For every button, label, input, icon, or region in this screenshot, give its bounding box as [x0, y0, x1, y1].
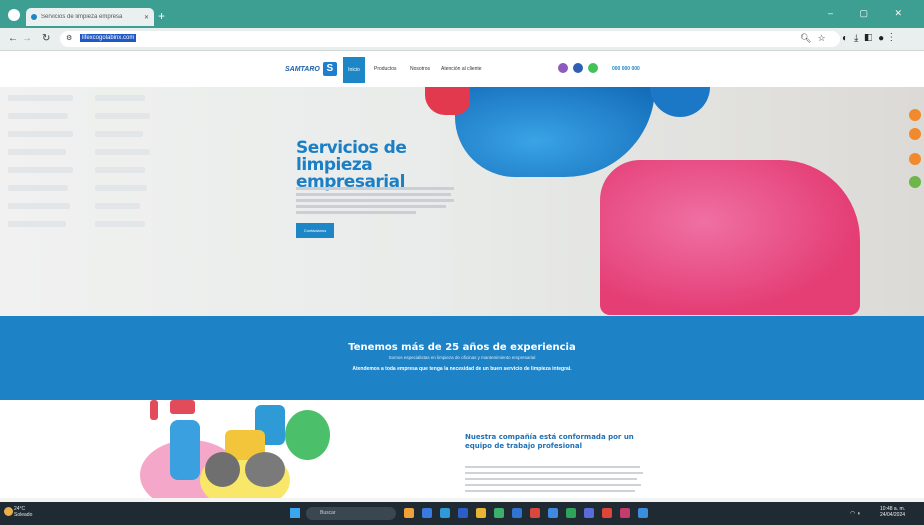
spray-bottle-image [600, 160, 860, 315]
taskbar-app-icon[interactable] [584, 508, 594, 518]
taskbar-app-icon[interactable] [530, 508, 540, 518]
profile-icon[interactable]: ● [878, 33, 890, 44]
about-text-line [465, 472, 643, 474]
wifi-icon[interactable]: ◠ [850, 511, 855, 517]
band-title: Tenemos más de 25 años de experiencia [348, 342, 576, 353]
side-share-icon[interactable] [909, 153, 921, 165]
about-section [0, 400, 924, 498]
reload-icon[interactable]: ↻ [42, 33, 50, 45]
nav-item-support[interactable]: Atención al cliente [441, 66, 482, 72]
download-icon[interactable]: ⤓ [854, 33, 864, 44]
site-info-icon[interactable]: ⚙ [66, 33, 72, 45]
contact-button[interactable]: Contáctanos [296, 223, 334, 238]
extensions-area[interactable]: ◐⤓◧●⋮ [842, 33, 899, 44]
chrome-icon[interactable] [476, 508, 486, 518]
windows-start-icon[interactable] [290, 508, 300, 518]
system-tray[interactable]: ◠ ◖ [850, 510, 861, 517]
volume-icon[interactable]: ◖ [857, 511, 861, 517]
taskbar-app-icon[interactable] [422, 508, 432, 518]
nav-item-about[interactable]: Nosotros [410, 66, 430, 72]
nav-item-home[interactable]: Inicio [343, 57, 365, 83]
spray-nozzle-image [425, 87, 470, 115]
about-text-line [465, 478, 637, 480]
weather-desc: Soleado [14, 512, 33, 518]
about-text-line [465, 484, 641, 486]
facebook-icon[interactable] [573, 63, 583, 73]
taskbar-app-icon[interactable] [458, 508, 468, 518]
logo-mark-icon: S [322, 62, 337, 76]
back-icon[interactable]: ← [8, 33, 18, 45]
band-highlight: Atendemos a toda empresa que tenga la ne… [352, 366, 572, 372]
excel-icon[interactable] [566, 508, 576, 518]
bookmark-star-icon[interactable]: ☆ [817, 33, 831, 43]
side-share-icon[interactable] [909, 109, 921, 121]
instagram-icon[interactable] [558, 63, 568, 73]
hero-text-line [296, 199, 454, 202]
site-logo[interactable]: SAMTARO S [285, 60, 337, 78]
about-title: Nuestra compañía está conformada por un … [465, 433, 634, 450]
logo-text: SAMTARO [285, 65, 320, 73]
clock-date: 24/04/2024 [880, 512, 906, 518]
new-tab-button[interactable]: + [158, 10, 165, 22]
zoom-icon[interactable]: 🔍︎ [800, 33, 817, 43]
weather-icon[interactable] [4, 507, 13, 516]
extension-icon[interactable]: ◐ [842, 33, 854, 44]
weather-widget[interactable]: 24°C Soleado [14, 506, 32, 518]
taskbar-clock[interactable]: 10:48 a. m. 24/04/2024 [880, 506, 905, 518]
url-text[interactable]: lifexcogolabinx.com [80, 34, 137, 42]
about-text-line [465, 490, 635, 492]
taskbar-app-icon[interactable] [494, 508, 504, 518]
file-explorer-icon[interactable] [404, 508, 414, 518]
nav-item-products[interactable]: Productos [374, 66, 397, 72]
window-controls[interactable]: – ▢ ✕ [828, 8, 914, 19]
taskbar-app-icon[interactable] [548, 508, 558, 518]
word-icon[interactable] [512, 508, 522, 518]
zoom-bookmark-icons[interactable]: 🔍︎☆ [800, 33, 832, 44]
taskbar-search[interactable]: Buscar [306, 507, 396, 520]
forward-icon[interactable]: → [22, 33, 32, 45]
menu-kebab-icon[interactable]: ⋮ [890, 33, 899, 44]
address-bar[interactable] [60, 31, 840, 47]
tab-title: Servicios de limpieza empresa [41, 14, 123, 20]
whatsapp-icon[interactable] [588, 63, 598, 73]
hero-text-line [296, 193, 451, 196]
hero-title: Servicios de limpieza empresarial [296, 138, 407, 192]
phone-number[interactable]: 000 000 000 [612, 66, 640, 72]
sidebar-icon[interactable]: ◧ [864, 33, 878, 44]
band-subtitle: Somos especialistas en limpieza de ofici… [388, 355, 536, 360]
browser-tab[interactable]: Servicios de limpieza empresa ✕ [26, 8, 154, 26]
taskbar-app-icon[interactable] [638, 508, 648, 518]
about-text-line [465, 466, 640, 468]
tab-close-icon[interactable]: ✕ [144, 14, 149, 21]
edge-icon[interactable] [440, 508, 450, 518]
hero-text-line [296, 205, 446, 208]
taskbar-app-icon[interactable] [602, 508, 612, 518]
browser-menu-icon[interactable] [8, 9, 20, 21]
hero-text-line [296, 211, 416, 214]
side-whatsapp-icon[interactable] [909, 176, 921, 188]
hero-text-line [296, 187, 454, 190]
favicon-icon [31, 14, 37, 20]
side-share-icon[interactable] [909, 128, 921, 140]
taskbar-app-icon[interactable] [620, 508, 630, 518]
